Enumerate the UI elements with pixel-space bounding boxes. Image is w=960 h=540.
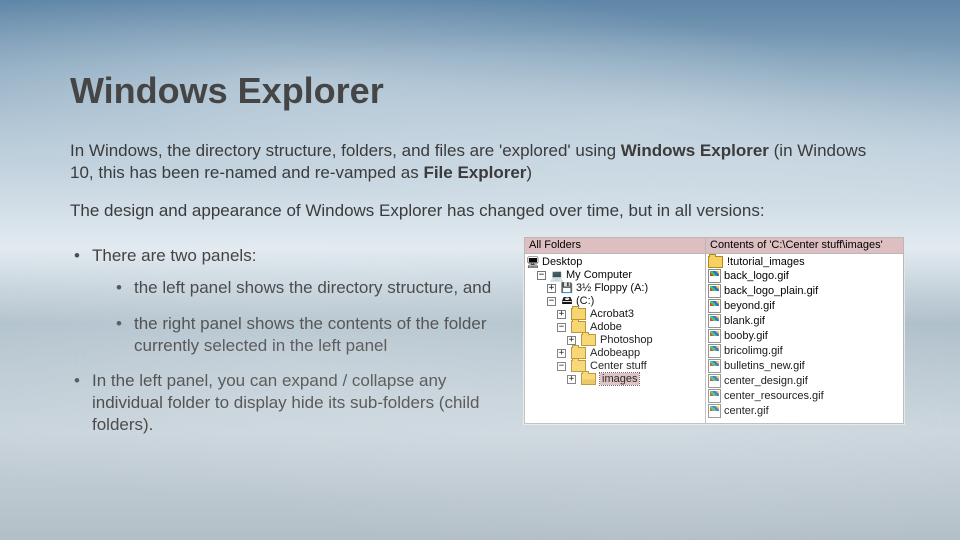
file-label: back_logo_plain.gif — [724, 285, 818, 297]
tree-acrobat3: + Acrobat3 — [527, 308, 703, 321]
tree-images: + images — [527, 373, 703, 386]
file-label: booby.gif — [724, 330, 768, 342]
folder-icon — [571, 347, 586, 359]
file-label: bricolimg.gif — [724, 345, 783, 357]
expand-icon: + — [557, 310, 566, 319]
file-row: center_design.gif — [708, 374, 901, 389]
folder-icon — [571, 321, 586, 333]
file-label: !tutorial_images — [727, 256, 805, 268]
file-label: bulletins_new.gif — [724, 360, 805, 372]
explorer-left-pane: All Folders Desktop − My Computer + — [525, 238, 706, 423]
intro-strong-2: File Explorer — [423, 163, 526, 182]
file-row: !tutorial_images — [708, 256, 901, 269]
file-row: blank.gif — [708, 314, 901, 329]
computer-icon — [551, 269, 563, 281]
folder-icon — [581, 334, 596, 346]
intro-paragraph: In Windows, the directory structure, fol… — [70, 140, 890, 184]
file-row: center_resources.gif — [708, 389, 901, 404]
folder-icon — [571, 308, 586, 320]
file-label: beyond.gif — [724, 300, 775, 312]
floppy-icon — [561, 282, 573, 294]
file-row: back_logo_plain.gif — [708, 284, 901, 299]
image-file-icon — [708, 404, 721, 418]
image-file-icon — [708, 389, 721, 403]
file-row: bulletins_new.gif — [708, 359, 901, 374]
tree-adobe-label: Adobe — [590, 321, 622, 333]
tree-photoshop-label: Photoshop — [600, 334, 653, 346]
file-row: booby.gif — [708, 329, 901, 344]
intro-text-pre: In Windows, the directory structure, fol… — [70, 141, 621, 160]
tree-images-label: images — [600, 373, 639, 385]
expand-icon: + — [557, 349, 566, 358]
bullet-left-panel: the left panel shows the directory struc… — [114, 277, 510, 299]
intro-text-post: ) — [526, 163, 532, 182]
file-row: bricolimg.gif — [708, 344, 901, 359]
tree-acrobat3-label: Acrobat3 — [590, 308, 634, 320]
tree-my-computer: − My Computer — [527, 269, 703, 282]
file-row: beyond.gif — [708, 299, 901, 314]
tree-desktop-label: Desktop — [542, 256, 582, 268]
tree-cdrive-label: (C:) — [576, 295, 594, 307]
drive-icon — [561, 295, 573, 307]
bullet-two-panels-text: There are two panels: — [92, 246, 256, 265]
file-label: center_design.gif — [724, 375, 808, 387]
file-row: center.gif — [708, 404, 901, 419]
tree-centerstuff: − Center stuff — [527, 360, 703, 373]
tree-cdrive: − (C:) — [527, 295, 703, 308]
tree-adobeapp: + Adobeapp — [527, 347, 703, 360]
collapse-icon: − — [537, 271, 546, 280]
tree-floppy-label: 3½ Floppy (A:) — [576, 282, 648, 294]
second-paragraph: The design and appearance of Windows Exp… — [70, 200, 890, 222]
intro-strong-1: Windows Explorer — [621, 141, 769, 160]
tree-adobeapp-label: Adobeapp — [590, 347, 640, 359]
image-file-icon — [708, 329, 721, 343]
folder-open-icon — [581, 373, 596, 385]
collapse-icon: − — [557, 362, 566, 371]
bullet-expand-collapse: In the left panel, you can expand / coll… — [70, 370, 510, 435]
bullet-two-panels: There are two panels: the left panel sho… — [70, 245, 510, 356]
file-label: center.gif — [724, 405, 769, 417]
tree-photoshop: + Photoshop — [527, 334, 703, 347]
explorer-left-header: All Folders — [525, 238, 705, 254]
file-label: blank.gif — [724, 315, 765, 327]
expand-icon: + — [547, 284, 556, 293]
slide-title: Windows Explorer — [70, 70, 920, 112]
tree-adobe: − Adobe — [527, 321, 703, 334]
explorer-screenshot: All Folders Desktop − My Computer + — [524, 237, 904, 424]
collapse-icon: − — [547, 297, 556, 306]
image-file-icon — [708, 314, 721, 328]
explorer-right-header: Contents of 'C:\Center stuff\images' — [706, 238, 903, 254]
image-file-icon — [708, 284, 721, 298]
file-label: center_resources.gif — [724, 390, 824, 402]
image-file-icon — [708, 299, 721, 313]
tree-desktop: Desktop — [527, 256, 703, 269]
explorer-right-pane: Contents of 'C:\Center stuff\images' !tu… — [706, 238, 903, 423]
tree-floppy: + 3½ Floppy (A:) — [527, 282, 703, 295]
tree-my-computer-label: My Computer — [566, 269, 632, 281]
folder-icon — [708, 256, 723, 268]
tree-centerstuff-label: Center stuff — [590, 360, 647, 372]
folder-icon — [571, 360, 586, 372]
expand-icon: + — [567, 375, 576, 384]
image-file-icon — [708, 344, 721, 358]
file-row: back_logo.gif — [708, 269, 901, 284]
bullet-right-panel: the right panel shows the contents of th… — [114, 313, 510, 357]
collapse-icon: − — [557, 323, 566, 332]
image-file-icon — [708, 374, 721, 388]
file-label: back_logo.gif — [724, 270, 789, 282]
expand-icon: + — [567, 336, 576, 345]
image-file-icon — [708, 269, 721, 283]
image-file-icon — [708, 359, 721, 373]
desktop-icon — [527, 256, 539, 268]
